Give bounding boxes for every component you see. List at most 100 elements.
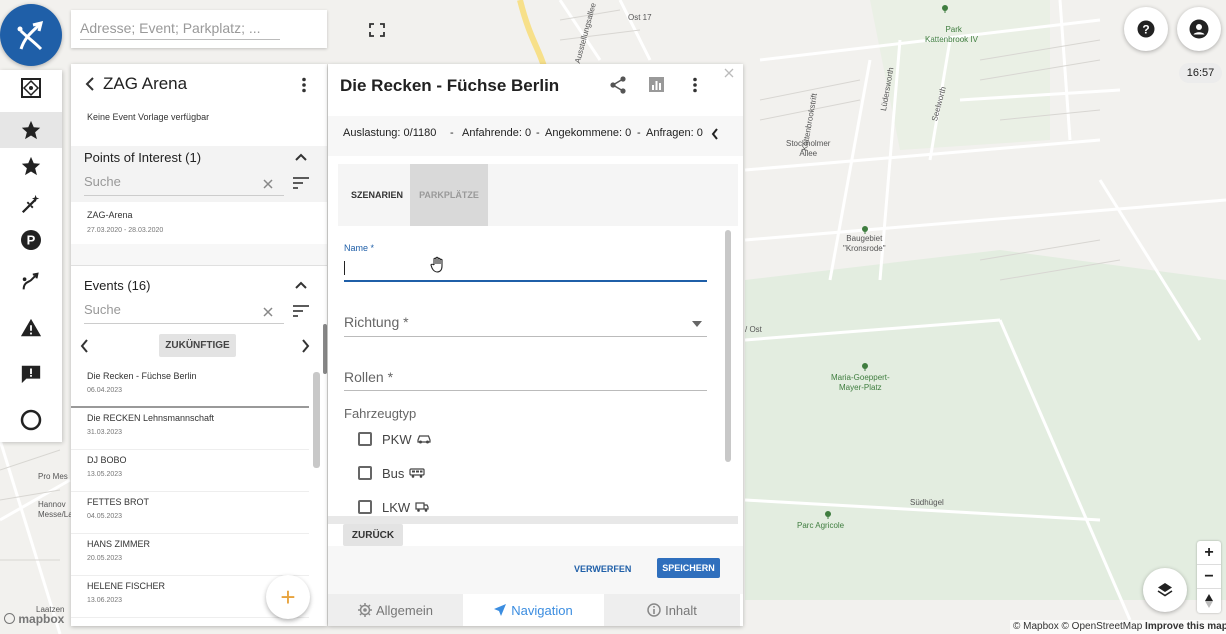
name-field[interactable] [344,258,707,280]
events-section-title: Events (16) [84,278,151,293]
poi-item-date: 27.03.2020 - 28.03.2020 [87,227,164,234]
add-fab-button[interactable]: + [266,575,310,619]
no-template-text: Keine Event Vorlage verfügbar [87,112,210,122]
circle-button[interactable] [0,402,62,438]
poi-section-header[interactable]: Points of Interest (1) [71,146,327,170]
osm-link[interactable]: © OpenStreetMap [1062,621,1143,632]
events-section-header[interactable]: Events (16) [71,274,327,298]
bottom-tab-inhalt[interactable]: Inhalt [604,594,740,626]
search-input[interactable] [80,20,280,40]
feedback-button[interactable] [0,356,62,392]
mapbox-link[interactable]: © Mapbox [1013,621,1059,632]
vehicle-option-pkw[interactable]: PKW [358,430,431,448]
sort-icon[interactable] [293,305,309,317]
zoom-out-button[interactable]: − [1197,565,1221,589]
event-list-item[interactable]: Die Recken - Füchse Berlin 06.04.2023 [71,366,309,408]
map-attribution: © Mapbox © OpenStreetMap Improve this ma… [1010,620,1226,634]
bottom-tab-allgemein[interactable]: Allgemein [328,594,463,626]
venue-title: ZAG Arena [103,74,188,93]
panel-scrollbar[interactable] [323,324,327,374]
star-icon [21,120,41,140]
more-vert-icon[interactable] [692,77,698,93]
events-button[interactable] [0,148,62,184]
magic-wand-button[interactable] [0,186,62,222]
events-search-input[interactable]: Suche [84,302,284,324]
future-filter-chip[interactable]: ZUKÜNFTIGE [159,334,236,357]
park-tree-icon [862,226,868,234]
route-logo-icon [17,20,44,51]
compass-icon [1205,594,1213,608]
bottom-tab-navigation[interactable]: Navigation [465,594,601,626]
discard-button[interactable]: VERWERFEN [574,564,631,574]
chevron-right-icon[interactable] [301,339,310,353]
close-icon[interactable] [724,68,734,78]
sort-icon[interactable] [293,177,309,189]
stat-anfahrende: Anfahrende: 0 [462,127,532,139]
vehicle-option-lkw[interactable]: LKW [358,498,429,516]
park-tree-icon [862,363,868,371]
map-label-baugebiet: Baugebiet "Kronsrode" [843,234,886,253]
event-list-item[interactable]: DJ BOBO 13.05.2023 [71,450,309,492]
chevron-left-icon[interactable] [711,128,719,140]
form-scrollbar[interactable] [725,230,731,462]
checkbox[interactable] [358,500,372,514]
back-button[interactable]: ZURÜCK [343,524,403,546]
truck-icon [415,502,429,512]
left-icon-bar: P [0,70,62,442]
parking-button[interactable]: P [0,222,62,258]
warning-button[interactable] [0,310,62,346]
map-label-pro-mes: Pro Mes [38,472,68,481]
event-list-item[interactable]: FETTES BROT 04.05.2023 [71,492,309,534]
checkbox[interactable] [358,466,372,480]
event-list-item[interactable]: Die RECKEN Lehnsmannschaft 31.03.2023 [71,408,309,450]
event-list-item[interactable]: HANS ZIMMER 20.05.2023 [71,534,309,576]
chevron-left-icon[interactable] [80,339,89,353]
richtung-select[interactable]: Richtung * [344,314,707,336]
compass-button[interactable] [1197,589,1221,613]
account-button[interactable] [1177,7,1221,51]
help-button[interactable]: ? [1124,7,1168,51]
events-search-row: Suche [71,298,327,328]
map-label-park: Park Kattenbrook IV [925,25,978,44]
park-tree-icon [825,511,831,519]
tab-szenarien[interactable]: SZENARIEN [338,164,416,226]
richtung-underline [344,336,707,337]
layers-button[interactable] [1143,568,1187,612]
checkbox[interactable] [358,432,372,446]
event-detail-panel: Die Recken - Füchse Berlin Auslastung: 0… [328,64,743,626]
venue-map-button[interactable] [0,70,62,106]
clear-icon[interactable] [263,179,273,189]
map-label-maria: Maria-Goeppert- Mayer-Platz [831,373,890,392]
mapbox-logo[interactable]: mapbox [4,612,64,626]
favorites-button[interactable] [0,112,62,148]
info-icon [647,603,661,617]
route-button[interactable] [0,264,62,300]
more-vert-icon[interactable] [301,77,307,93]
vehicle-option-bus[interactable]: Bus [358,464,426,482]
share-icon[interactable] [610,76,627,94]
tab-parkplaetze[interactable]: PARKPLÄTZE [410,164,488,226]
back-chevron-icon[interactable] [85,77,95,91]
layers-icon [1157,583,1173,597]
clear-icon[interactable] [263,307,273,317]
app-logo-button[interactable] [0,4,62,66]
fullscreen-icon[interactable] [367,22,387,38]
car-icon [417,435,431,444]
map-label-parc: Parc Agricole [797,521,845,530]
poi-search-input[interactable]: Suche [84,174,284,196]
poi-item-name: ZAG-Arena [87,210,133,220]
poi-list-item[interactable]: ZAG-Arena 27.03.2020 - 28.03.2020 [71,202,327,244]
chevron-up-icon[interactable] [295,153,307,161]
poi-section-title: Points of Interest (1) [84,150,202,165]
improve-map-link[interactable]: Improve this map [1145,621,1226,632]
rollen-field[interactable]: Rollen * [344,369,707,391]
events-scrollbar[interactable] [313,372,320,468]
bus-icon [409,468,426,478]
map-label-ost: / Ost [745,325,762,334]
zoom-in-button[interactable]: + [1197,541,1221,565]
statistics-icon[interactable] [649,77,664,92]
chevron-up-icon[interactable] [295,281,307,289]
stat-anfragen: Anfragen: 0 [646,127,703,139]
save-button[interactable]: SPEICHERN [657,558,720,578]
name-field-underline [344,280,707,282]
